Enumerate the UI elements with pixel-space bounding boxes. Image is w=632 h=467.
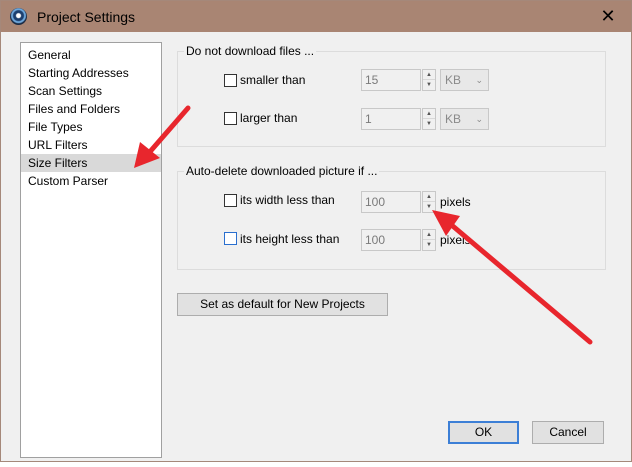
larger-than-label[interactable]: larger than <box>240 111 297 125</box>
spin-down-icon[interactable]: ▼ <box>423 80 435 90</box>
download-group-title: Do not download files ... <box>184 44 317 58</box>
project-settings-dialog: Project Settings ✕ General Starting Addr… <box>0 0 632 462</box>
spin-up-icon[interactable]: ▲ <box>423 230 435 240</box>
nav-item-size-filters[interactable]: Size Filters <box>21 154 161 172</box>
nav-item-url-filters[interactable]: URL Filters <box>21 136 161 154</box>
spin-up-icon[interactable]: ▲ <box>423 192 435 202</box>
height-less-than-label[interactable]: its height less than <box>240 232 339 246</box>
nav-item-files-and-folders[interactable]: Files and Folders <box>21 100 161 118</box>
cancel-button[interactable]: Cancel <box>532 421 604 444</box>
smaller-than-input[interactable]: 15 <box>361 69 421 91</box>
ok-button[interactable]: OK <box>448 421 519 444</box>
chevron-down-icon: ⌄ <box>475 75 483 85</box>
auto-delete-group-title: Auto-delete downloaded picture if ... <box>184 164 380 178</box>
height-unit-label: pixels <box>440 233 471 247</box>
smaller-unit-select[interactable]: KB ⌄ <box>440 69 489 91</box>
larger-than-spinner[interactable]: ▲ ▼ <box>422 108 436 130</box>
close-icon[interactable]: ✕ <box>585 1 631 32</box>
nav-item-starting-addresses[interactable]: Starting Addresses <box>21 64 161 82</box>
app-globe-icon <box>10 8 27 25</box>
chevron-down-icon: ⌄ <box>475 114 483 124</box>
auto-delete-group: Auto-delete downloaded picture if ... it… <box>177 164 606 270</box>
width-input[interactable]: 100 <box>361 191 421 213</box>
width-spinner[interactable]: ▲ ▼ <box>422 191 436 213</box>
height-less-than-checkbox[interactable] <box>224 232 237 245</box>
spin-up-icon[interactable]: ▲ <box>423 70 435 80</box>
spin-down-icon[interactable]: ▼ <box>423 202 435 212</box>
width-less-than-label[interactable]: its width less than <box>240 193 335 207</box>
larger-than-checkbox[interactable] <box>224 112 237 125</box>
download-filter-group: Do not download files ... smaller than 1… <box>177 44 606 147</box>
larger-unit-select[interactable]: KB ⌄ <box>440 108 489 130</box>
height-input[interactable]: 100 <box>361 229 421 251</box>
smaller-than-label[interactable]: smaller than <box>240 73 305 87</box>
nav-item-scan-settings[interactable]: Scan Settings <box>21 82 161 100</box>
spin-down-icon[interactable]: ▼ <box>423 240 435 250</box>
larger-than-input[interactable]: 1 <box>361 108 421 130</box>
width-unit-label: pixels <box>440 195 471 209</box>
width-less-than-checkbox[interactable] <box>224 194 237 207</box>
larger-unit-value: KB <box>445 112 462 126</box>
smaller-than-checkbox[interactable] <box>224 74 237 87</box>
smaller-than-spinner[interactable]: ▲ ▼ <box>422 69 436 91</box>
height-spinner[interactable]: ▲ ▼ <box>422 229 436 251</box>
set-default-button[interactable]: Set as default for New Projects <box>177 293 388 316</box>
spin-up-icon[interactable]: ▲ <box>423 109 435 119</box>
spin-down-icon[interactable]: ▼ <box>423 119 435 129</box>
title-bar[interactable]: Project Settings ✕ <box>1 1 631 32</box>
smaller-unit-value: KB <box>445 73 462 87</box>
nav-item-custom-parser[interactable]: Custom Parser <box>21 172 161 190</box>
window-title: Project Settings <box>37 9 136 25</box>
settings-nav-list[interactable]: General Starting Addresses Scan Settings… <box>20 42 162 458</box>
nav-item-file-types[interactable]: File Types <box>21 118 161 136</box>
nav-item-general[interactable]: General <box>21 46 161 64</box>
